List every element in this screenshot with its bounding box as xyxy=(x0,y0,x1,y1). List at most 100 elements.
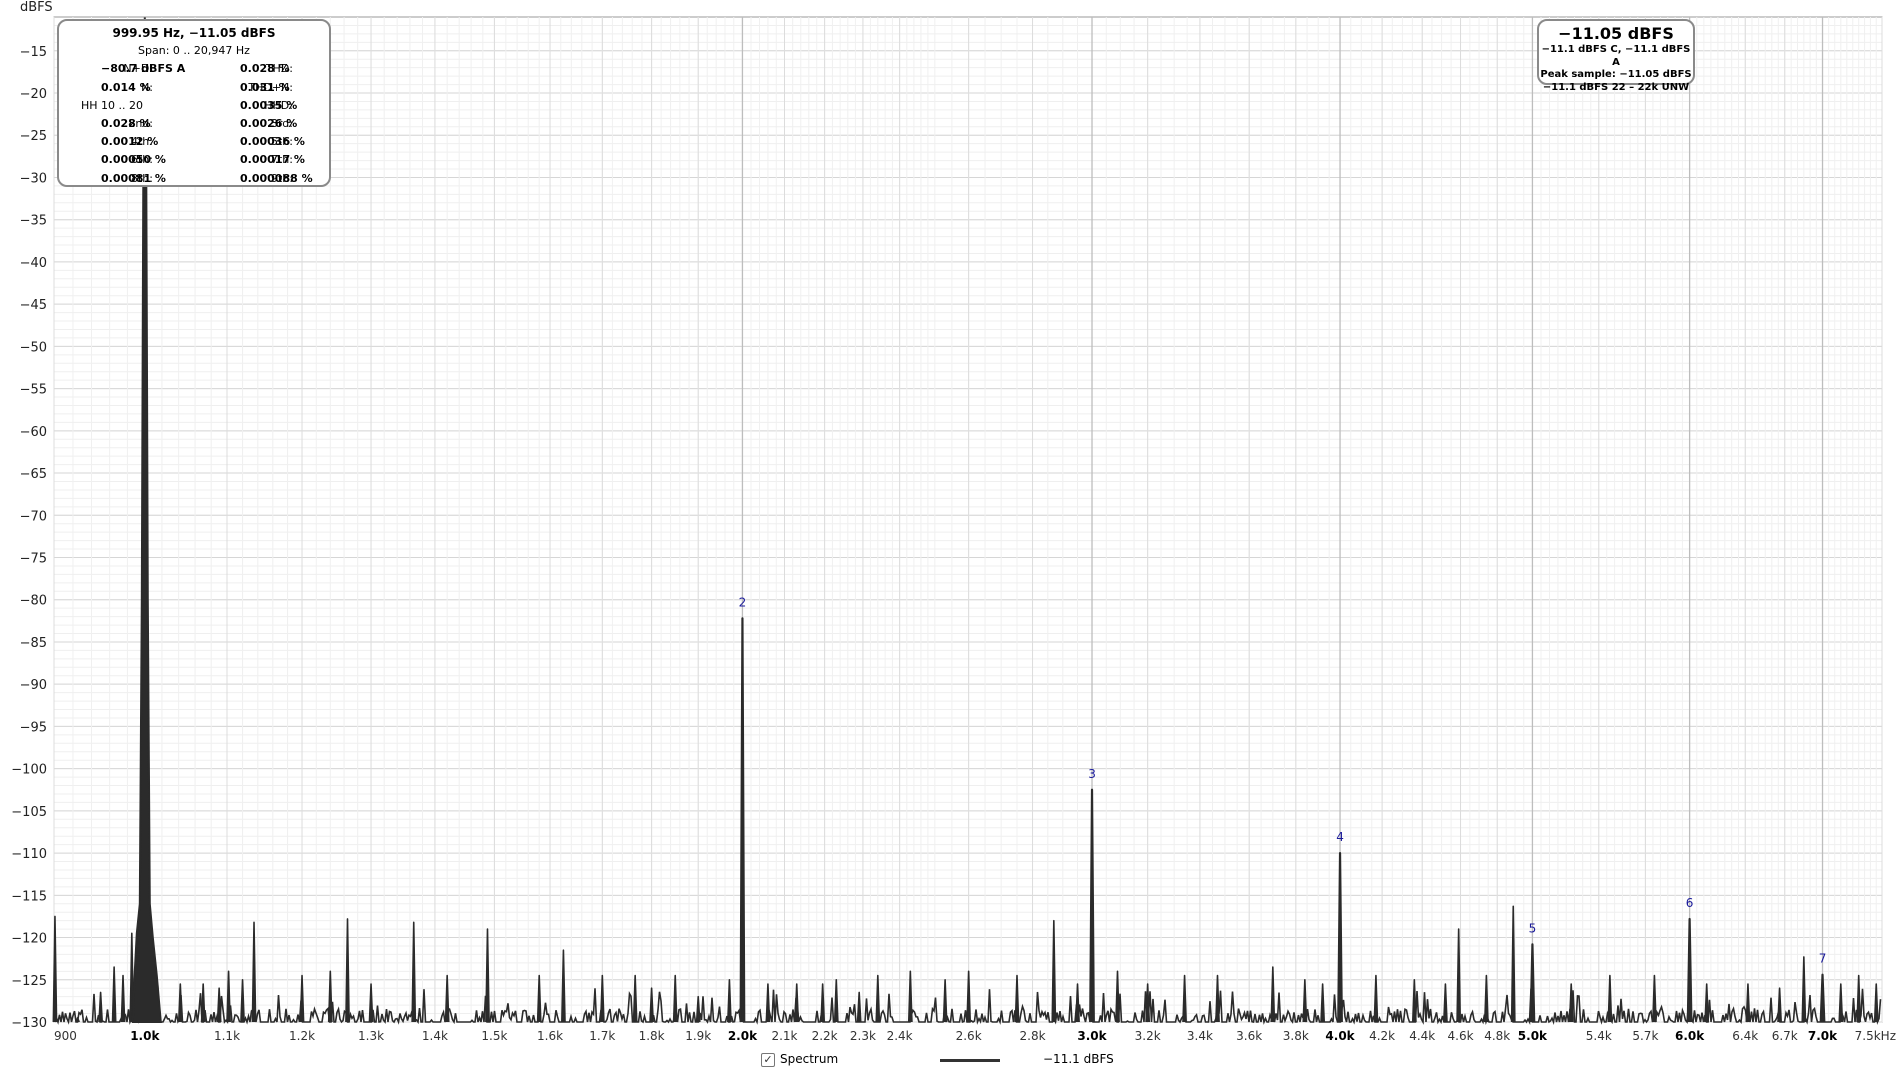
harmonic-peak xyxy=(1337,851,1343,1023)
y-tick-label: −100 xyxy=(11,763,47,778)
y-tick-label: −75 xyxy=(20,552,47,567)
y-tick-label: −20 xyxy=(20,87,47,102)
level-peak-sample: Peak sample: −11.05 dBFS xyxy=(1540,69,1692,80)
x-tick-label: 1.6k xyxy=(537,1029,563,1043)
x-axis-ticks: 900 1.0k 1.1k 1.2k 1.3k 1.4k 1.5k 1.6k 1.7k 1.8k 1… xyxy=(54,1029,1896,1043)
stats-rows: N+D: −80.7 dBFS A THD: 0.028 % N: 0.014 % THD+… xyxy=(59,60,329,187)
stats-span: Span: 0 .. 20,947 Hz xyxy=(138,44,250,58)
stats-value: 0.031 % xyxy=(240,80,290,94)
x-tick-label: 2.2k xyxy=(812,1029,838,1043)
stats-row: 4th: 0.0012 % 5th: 0.00036 % xyxy=(59,133,329,151)
harmonic-peak xyxy=(1819,973,1826,1023)
harmonic-label: 2 xyxy=(739,595,747,609)
harmonic-label: 7 xyxy=(1819,952,1827,966)
x-tick-label: 7.5kHz xyxy=(1855,1029,1896,1043)
harmonic-label: 6 xyxy=(1686,896,1694,910)
x-tick-label: 1.9k xyxy=(685,1029,711,1043)
x-tick-label: 3.6k xyxy=(1236,1029,1262,1043)
x-tick-label: 7.0k xyxy=(1808,1029,1838,1043)
stats-value: 0.00017 % xyxy=(240,153,305,167)
x-tick-label: 2.4k xyxy=(887,1029,913,1043)
stats-value: 0.0012 % xyxy=(101,135,159,149)
x-tick-label: 5.0k xyxy=(1518,1029,1548,1043)
y-tick-label: −130 xyxy=(11,1016,47,1031)
x-tick-label: 1.0k xyxy=(130,1029,160,1043)
x-tick-label: 4.2k xyxy=(1369,1029,1395,1043)
x-tick-label: 5.4k xyxy=(1586,1029,1612,1043)
y-tick-label: −60 xyxy=(20,425,47,440)
legend-line-swatch xyxy=(940,1059,1000,1062)
stats-value: 0.00081 % xyxy=(101,171,166,185)
stats-row: 2nd: 0.028 % 3rd: 0.0026 % xyxy=(59,115,329,133)
level-weighted: −11.1 dBFS C, −11.1 dBFS A xyxy=(1541,44,1691,68)
stats-value: 0.028 % xyxy=(240,62,290,76)
stats-title: 999.95 Hz, −11.05 dBFS xyxy=(112,26,276,40)
y-tick-label: −40 xyxy=(20,256,47,271)
y-tick-label: −115 xyxy=(11,889,47,904)
x-tick-label: 4.4k xyxy=(1409,1029,1435,1043)
y-tick-label: −25 xyxy=(20,129,47,144)
x-tick-label: 1.8k xyxy=(639,1029,665,1043)
y-tick-label: −105 xyxy=(11,805,47,820)
y-tick-label: −15 xyxy=(20,45,47,60)
x-tick-label: 2.0k xyxy=(728,1029,758,1043)
harmonic-peak xyxy=(1686,917,1693,1023)
spectrum-checkbox[interactable]: ✓ xyxy=(761,1053,775,1067)
x-tick-label: 3.2k xyxy=(1135,1029,1161,1043)
x-tick-label: 4.0k xyxy=(1325,1029,1355,1043)
y-tick-label: −45 xyxy=(20,298,47,313)
harmonic-label: 4 xyxy=(1336,830,1344,844)
stats-row: N+D: −80.7 dBFS A THD: 0.028 % xyxy=(59,60,329,78)
y-tick-label: −35 xyxy=(20,214,47,229)
harmonic-label: 5 xyxy=(1529,921,1537,935)
stats-value: 0.0026 % xyxy=(240,116,298,130)
x-tick-label: 2.1k xyxy=(771,1029,797,1043)
distortion-stats-panel: 999.95 Hz, −11.05 dBFS Span: 0 .. 20,947… xyxy=(57,19,331,187)
x-tick-label: 6.0k xyxy=(1675,1029,1705,1043)
x-tick-label: 2.6k xyxy=(956,1029,982,1043)
y-tick-label: −120 xyxy=(11,932,47,947)
legend: ✓ Spectrum −11.1 dBFS xyxy=(0,1050,1900,1070)
x-tick-label: 3.0k xyxy=(1077,1029,1107,1043)
harmonic-label: 3 xyxy=(1088,767,1096,781)
y-tick-label: −65 xyxy=(20,467,47,482)
harmonic-peak xyxy=(1089,788,1095,1023)
stats-value: −80.7 dBFS A xyxy=(101,62,186,76)
y-tick-label: −90 xyxy=(20,678,47,693)
y-axis-label: dBFS xyxy=(20,0,53,15)
stats-value: 0.00050 % xyxy=(101,153,166,167)
x-tick-label: 1.2k xyxy=(289,1029,315,1043)
stats-value: 0.028 % xyxy=(101,116,151,130)
y-axis-ticks: −15 −20 −25 −30 −35 −40 −45 −50 −55 −60 −65 −70 −75 −… xyxy=(11,45,47,1031)
y-tick-label: −85 xyxy=(20,636,47,651)
harmonic-peak xyxy=(1529,943,1536,1023)
stats-value: 0.000088 % xyxy=(240,171,313,185)
stats-row: 6th: 0.00050 % 7th: 0.00017 % xyxy=(59,151,329,169)
x-tick-label: 1.5k xyxy=(481,1029,507,1043)
y-tick-label: −95 xyxy=(20,720,47,735)
x-tick-label: 2.8k xyxy=(1020,1029,1046,1043)
x-tick-label: 3.4k xyxy=(1187,1029,1213,1043)
x-tick-label: 1.3k xyxy=(358,1029,384,1043)
x-tick-label: 5.7k xyxy=(1632,1029,1658,1043)
x-tick-label: 1.4k xyxy=(422,1029,448,1043)
y-tick-label: −50 xyxy=(20,340,47,355)
legend-series-label: −11.1 dBFS xyxy=(1043,1052,1114,1066)
x-tick-label: 900 xyxy=(54,1029,77,1043)
y-tick-label: −70 xyxy=(20,509,47,524)
x-tick-label: 2.3k xyxy=(850,1029,876,1043)
x-tick-label: 1.7k xyxy=(589,1029,615,1043)
y-tick-label: −125 xyxy=(11,974,47,989)
x-tick-label: 6.7k xyxy=(1772,1029,1798,1043)
y-tick-label: −80 xyxy=(20,594,47,609)
x-tick-label: 1.1k xyxy=(214,1029,240,1043)
x-tick-label: 3.8k xyxy=(1283,1029,1309,1043)
level-panel: −11.05 dBFS −11.1 dBFS C, −11.1 dBFS A P… xyxy=(1537,19,1695,93)
stats-value: 0.0035 % xyxy=(240,98,298,112)
stats-value: 0.014 % xyxy=(101,80,151,94)
spectrum-checkbox-label[interactable]: Spectrum xyxy=(780,1052,838,1066)
stats-label: HH 10 .. 20 xyxy=(80,98,143,112)
y-tick-label: −110 xyxy=(11,847,47,862)
stats-row: N: 0.014 % THD+N: 0.031 % xyxy=(59,79,329,97)
x-tick-label: 4.6k xyxy=(1448,1029,1474,1043)
